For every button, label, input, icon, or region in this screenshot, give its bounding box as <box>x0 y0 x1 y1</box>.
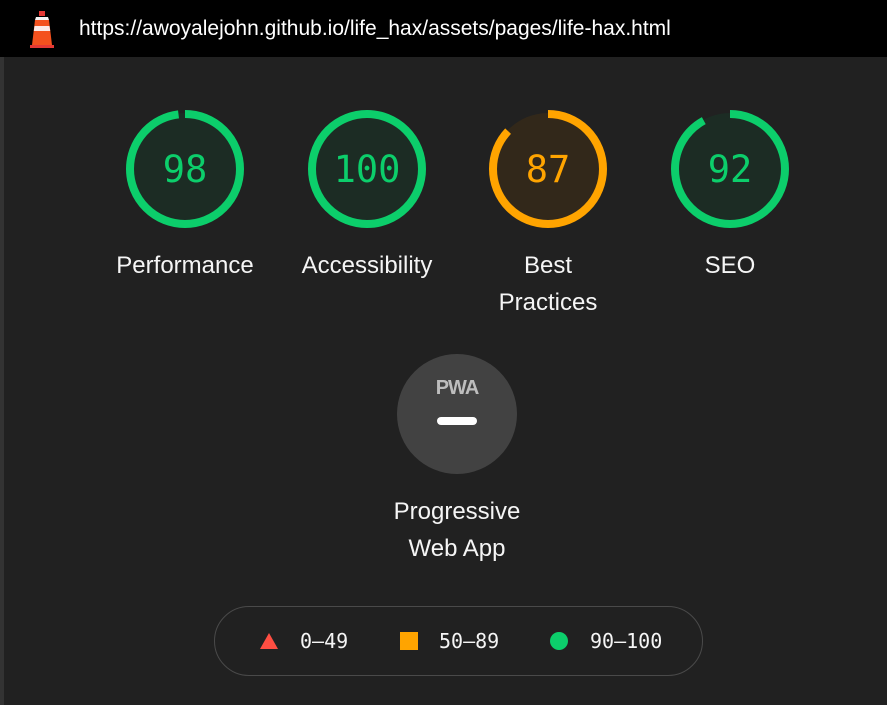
gauge-label: Best Practices <box>463 247 633 321</box>
legend-range: 90–100 <box>590 629 663 653</box>
score-scale-legend: 0–49 50–89 90–100 <box>214 606 703 676</box>
address-bar: https://awoyalejohn.github.io/life_hax/a… <box>0 0 887 57</box>
gauge-accessibility[interactable]: 100 Accessibility <box>282 109 452 284</box>
legend-item-pass: 90–100 <box>549 629 662 653</box>
gauge-score: 100 <box>333 148 401 191</box>
gauge-label-line: Best <box>523 252 573 279</box>
pwa-label-line: Progressive <box>393 498 521 525</box>
pwa-label: Progressive Web App <box>372 493 542 567</box>
page-url: https://awoyalejohn.github.io/life_hax/a… <box>79 17 671 40</box>
dash-icon <box>437 417 477 425</box>
gauge-label: SEO <box>704 252 756 279</box>
legend-item-fail: 0–49 <box>259 629 348 653</box>
gauge-seo[interactable]: 92 SEO <box>645 109 815 284</box>
pwa-badge-text: PWA <box>436 377 479 399</box>
legend-item-average: 50–89 <box>400 629 499 653</box>
report-summary: 98 Performance 100 Accessibility 87 Best… <box>0 57 887 705</box>
gauge-best-practices[interactable]: 87 Best Practices <box>463 109 633 321</box>
circle-icon <box>550 632 568 650</box>
legend-range: 0–49 <box>300 629 349 653</box>
gauge-label: Performance <box>116 252 254 279</box>
pwa-icon: PWA <box>436 377 480 425</box>
gauge-label: Accessibility <box>301 252 433 279</box>
pwa-label-line: Web App <box>408 535 506 562</box>
gauge-label-line: Practices <box>498 289 598 316</box>
pwa-badge: PWA <box>397 354 517 474</box>
square-icon <box>400 632 418 650</box>
gauge-score: 98 <box>162 148 208 191</box>
gauge-performance[interactable]: 98 Performance <box>100 109 270 284</box>
gauge-pwa[interactable]: PWA Progressive Web App <box>372 354 542 567</box>
legend-range: 50–89 <box>439 629 500 653</box>
lighthouse-icon <box>30 11 54 48</box>
gauge-score: 92 <box>707 148 753 191</box>
triangle-icon <box>260 633 278 649</box>
gauge-score: 87 <box>525 148 571 191</box>
